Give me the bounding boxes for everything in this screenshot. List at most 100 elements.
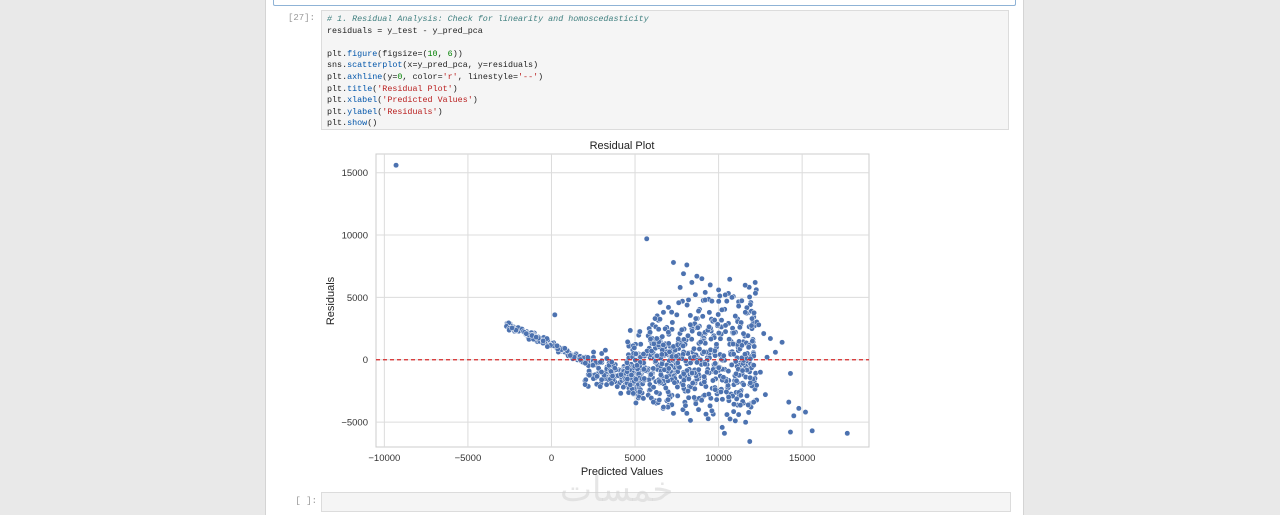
- data-point: [725, 368, 732, 375]
- data-point: [665, 396, 672, 403]
- data-point: [738, 297, 745, 304]
- data-point: [582, 376, 589, 383]
- y-tick-label: 5000: [347, 293, 368, 304]
- data-point: [617, 390, 624, 397]
- data-point: [715, 286, 722, 293]
- data-point: [713, 396, 720, 403]
- data-point: [603, 355, 610, 362]
- data-point: [746, 294, 753, 300]
- data-point: [725, 394, 732, 401]
- data-point: [590, 349, 597, 356]
- data-point: [696, 330, 703, 337]
- data-point: [668, 309, 675, 316]
- data-point: [698, 397, 705, 404]
- code-line: # 1. Residual Analysis: Check for linear…: [327, 14, 649, 24]
- data-point: [652, 315, 659, 322]
- data-point: [680, 336, 687, 343]
- data-point: [755, 321, 762, 328]
- data-point: [735, 411, 742, 418]
- data-point: [632, 350, 639, 357]
- data-point: [716, 292, 723, 299]
- data-point: [715, 298, 722, 305]
- data-point: [787, 370, 794, 377]
- data-point: [723, 388, 730, 395]
- data-point: [694, 324, 701, 331]
- data-point: [695, 406, 702, 413]
- data-point: [785, 399, 792, 406]
- data-point: [665, 340, 672, 347]
- data-point: [675, 299, 682, 306]
- data-point: [740, 381, 747, 388]
- data-point: [523, 330, 530, 337]
- data-point: [683, 410, 690, 417]
- data-point: [650, 340, 657, 347]
- chart-title: Residual Plot: [590, 140, 655, 152]
- data-point: [640, 351, 647, 357]
- data-point: [689, 380, 696, 387]
- code-cell[interactable]: # 1. Residual Analysis: Check for linear…: [321, 10, 1009, 130]
- data-point: [802, 409, 809, 416]
- data-point: [712, 369, 719, 376]
- y-tick-label: 15000: [342, 168, 368, 179]
- data-point: [689, 370, 696, 376]
- data-point: [614, 383, 621, 390]
- data-point: [650, 384, 657, 391]
- data-point: [706, 323, 713, 330]
- data-point: [722, 328, 729, 335]
- data-point: [748, 322, 755, 329]
- data-point: [701, 379, 708, 385]
- data-point: [660, 404, 667, 411]
- data-point: [598, 369, 605, 375]
- data-point: [634, 362, 640, 369]
- empty-cell-prompt: [ ]:: [295, 496, 317, 506]
- data-point: [695, 308, 702, 315]
- data-point: [680, 270, 687, 277]
- data-point: [636, 328, 643, 335]
- data-point: [749, 315, 755, 322]
- data-point: [717, 388, 724, 395]
- data-point: [739, 367, 746, 374]
- data-point: [772, 349, 779, 356]
- data-point: [708, 336, 714, 342]
- data-point: [647, 329, 654, 336]
- data-point: [757, 369, 764, 376]
- data-point: [719, 396, 726, 403]
- data-point: [692, 400, 699, 407]
- data-point: [656, 378, 663, 385]
- data-point: [737, 402, 744, 409]
- data-point: [674, 359, 681, 366]
- data-point: [712, 360, 719, 367]
- data-point: [540, 337, 547, 344]
- data-point: [711, 347, 718, 354]
- data-point: [624, 338, 631, 345]
- data-point: [790, 412, 797, 419]
- residual-scatter-plot: Residual Plot −10000 −5000 0 5000 10000 15000…: [325, 140, 870, 478]
- data-point: [671, 379, 678, 386]
- data-point: [598, 376, 605, 383]
- data-point: [733, 377, 740, 384]
- data-point: [582, 381, 589, 388]
- data-point: [702, 361, 708, 367]
- code-line: plt.ylabel('Residuals'): [327, 106, 443, 117]
- previous-cell-edge[interactable]: [273, 0, 1016, 6]
- data-point: [620, 384, 627, 391]
- data-point: [722, 291, 729, 298]
- data-point: [723, 411, 730, 418]
- data-point: [747, 374, 754, 381]
- data-point: [703, 411, 709, 418]
- data-point: [618, 371, 624, 378]
- data-point: [692, 291, 699, 298]
- data-point: [742, 309, 749, 316]
- data-point: [658, 351, 665, 358]
- data-point: [752, 290, 759, 297]
- data-point: [632, 399, 639, 406]
- data-point: [691, 345, 697, 352]
- data-point: [730, 351, 737, 358]
- data-point: [509, 324, 515, 331]
- code-line: plt.xlabel('Predicted Values'): [327, 95, 478, 106]
- data-point: [735, 303, 742, 310]
- data-point: [779, 339, 786, 346]
- data-point: [687, 417, 694, 424]
- data-point: [637, 341, 644, 348]
